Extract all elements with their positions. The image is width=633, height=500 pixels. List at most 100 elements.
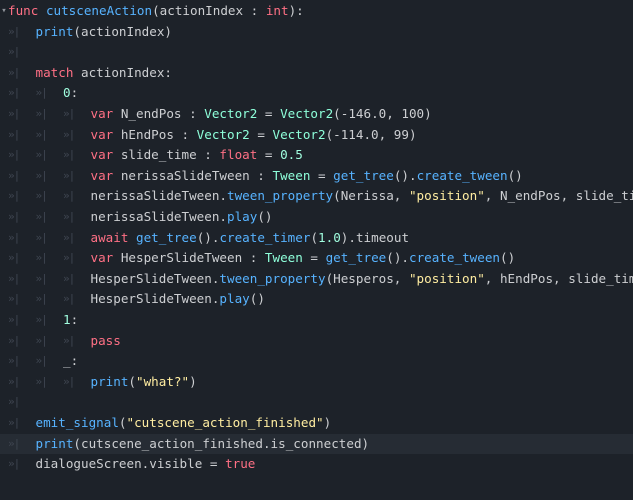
code-token: 0 xyxy=(63,85,71,101)
code-token: "position" xyxy=(408,188,485,204)
code-token: get_tree xyxy=(136,229,197,245)
indent-guide-icon: »| xyxy=(8,354,20,368)
code-text: 0: xyxy=(63,83,78,104)
code-line[interactable]: »| emit_signal("cutscene_action_finished"… xyxy=(0,413,633,434)
code-token: (actionIndex : xyxy=(152,3,266,18)
code-text: nerissaSlideTween.play() xyxy=(91,207,273,228)
code-line[interactable]: »| »| 1: xyxy=(0,310,633,331)
code-line[interactable]: »| »| »| nerissaSlideTween.tween_property(N… xyxy=(0,186,633,207)
code-line[interactable]: »| dialogueScreen.visible = true xyxy=(0,454,633,475)
indent-guide-icon: »| xyxy=(35,86,48,100)
code-token: play xyxy=(226,209,258,224)
indent-guide-icon: »| xyxy=(8,65,20,79)
code-line[interactable]: »| match actionIndex: xyxy=(0,63,633,84)
indent-guide-icon: »| xyxy=(35,271,48,285)
indent-guide-icon: »| xyxy=(35,313,48,326)
code-text: print(cutscene_action_finished.is_connec… xyxy=(36,434,370,455)
chevron-down-icon[interactable]: ▾ xyxy=(0,1,8,22)
code-text: var slide_time : float = 0.5 xyxy=(91,145,303,166)
code-line[interactable]: »| »| »| var N_endPos : Vector2 = Vector2(-… xyxy=(0,104,633,125)
code-line[interactable]: ▾ func cutsceneAction(actionIndex : int): xyxy=(0,1,633,22)
code-token: var xyxy=(90,167,114,183)
indent-guide-icon: »| xyxy=(35,189,48,203)
code-token: , N_endPos, slide_time) xyxy=(484,188,633,204)
code-token: (-114.0, 99) xyxy=(325,126,417,142)
code-token: nerissaSlideTween. xyxy=(90,188,227,204)
code-token: (-146.0, 100) xyxy=(333,106,432,121)
code-token: ).timeout xyxy=(340,229,410,245)
code-token: "what?" xyxy=(136,373,190,389)
code-token: _: xyxy=(63,353,79,369)
code-line[interactable]: »| xyxy=(0,392,633,413)
code-token: (). xyxy=(196,229,220,245)
code-text: HesperSlideTween.tween_property(Hesperos… xyxy=(91,269,633,290)
code-text: HesperSlideTween.play() xyxy=(91,289,265,310)
code-line[interactable]: »| »| »| var HesperSlideTween : Tween = get… xyxy=(0,248,633,269)
indent-guide-icon: »| xyxy=(8,168,20,182)
code-text: dialogueScreen.visible = true xyxy=(36,454,256,475)
indent-guide-icon: »| xyxy=(63,333,75,347)
indent-guide-icon: »| xyxy=(8,436,20,450)
indent-guide-icon: »| xyxy=(35,354,48,368)
code-token: "position" xyxy=(408,270,485,286)
code-line[interactable]: »| »| »| HesperSlideTween.tween_property(He… xyxy=(0,269,633,290)
indent-guide-icon: »| xyxy=(8,333,20,347)
code-token: Vector2 xyxy=(204,106,258,121)
code-line[interactable]: »| »| »| HesperSlideTween.play() xyxy=(0,289,633,310)
indent-guide-icon: »| xyxy=(63,230,75,244)
code-token: (cutscene_action_finished.is_connected) xyxy=(73,435,370,451)
code-line[interactable]: »| »| »| var nerissaSlideTween : Tween = ge… xyxy=(0,166,633,187)
code-token: nerissaSlideTween : xyxy=(113,167,273,183)
indent-guide-icon: »| xyxy=(8,107,20,120)
indent-guide-icon: »| xyxy=(8,271,20,285)
code-token: ( xyxy=(118,415,127,430)
code-line[interactable]: »| »| 0: xyxy=(0,83,633,104)
code-token: nerissaSlideTween. xyxy=(90,209,227,224)
code-line[interactable]: »| »| »| var hEndPos : Vector2 = Vector2(-1… xyxy=(0,125,633,146)
code-line[interactable]: »| xyxy=(0,42,633,63)
code-token: get_tree xyxy=(325,250,387,266)
indent-guide-icon: »| xyxy=(8,395,20,409)
indent-guide-icon: »| xyxy=(63,189,75,203)
code-line[interactable]: »| »| »| await get_tree().create_timer(1.0)… xyxy=(0,228,633,249)
code-token: (actionIndex) xyxy=(73,23,172,39)
indent-guide-icon: »| xyxy=(8,189,20,203)
code-token: tween_property xyxy=(219,270,326,286)
code-line[interactable]: »| print(actionIndex) xyxy=(0,22,633,43)
indent-guide-icon: »| xyxy=(8,416,20,429)
code-token: float xyxy=(219,147,258,163)
code-token: emit_signal xyxy=(35,415,119,430)
code-token: true xyxy=(225,456,256,472)
indent-guide-icon: »| xyxy=(35,127,48,141)
code-text: await get_tree().create_timer(1.0).timeo… xyxy=(91,228,410,249)
code-token: HesperSlideTween. xyxy=(90,270,220,286)
code-token: 0.5 xyxy=(280,147,303,163)
code-token: (). xyxy=(393,167,417,183)
code-token: create_tween xyxy=(416,167,508,183)
indent-guide-icon: »| xyxy=(35,168,48,182)
code-token: ) xyxy=(323,415,332,430)
code-editor[interactable]: ▾ func cutsceneAction(actionIndex : int):… xyxy=(0,0,633,500)
code-line[interactable]: »| print(cutscene_action_finished.is_conn… xyxy=(0,433,633,455)
code-token: var xyxy=(90,126,114,142)
code-text: nerissaSlideTween.tween_property(Nerissa… xyxy=(91,186,633,207)
indent-guide-icon: »| xyxy=(35,210,48,223)
indent-guide-icon: »| xyxy=(35,230,48,244)
indent-guide-icon: »| xyxy=(8,24,20,38)
code-token: print xyxy=(35,23,74,39)
code-line[interactable]: »| »| _: xyxy=(0,351,633,372)
code-line[interactable]: »| »| »| pass xyxy=(0,331,633,352)
code-token: = xyxy=(310,167,334,183)
code-token: , hEndPos, slide_time) xyxy=(484,270,633,286)
indent-guide-icon: »| xyxy=(35,292,48,306)
code-line[interactable]: »| »| »| var slide_time : float = 0.5 xyxy=(0,145,633,166)
indent-guide-icon: »| xyxy=(35,251,48,265)
code-line[interactable]: »| »| »| nerissaSlideTween.play() xyxy=(0,207,633,228)
code-token: print xyxy=(35,435,74,451)
code-text: _: xyxy=(63,351,78,372)
indent-guide-icon: »| xyxy=(8,127,20,141)
code-line[interactable]: »| »| »| print("what?") xyxy=(0,372,633,393)
indent-guide-icon: »| xyxy=(8,457,20,471)
